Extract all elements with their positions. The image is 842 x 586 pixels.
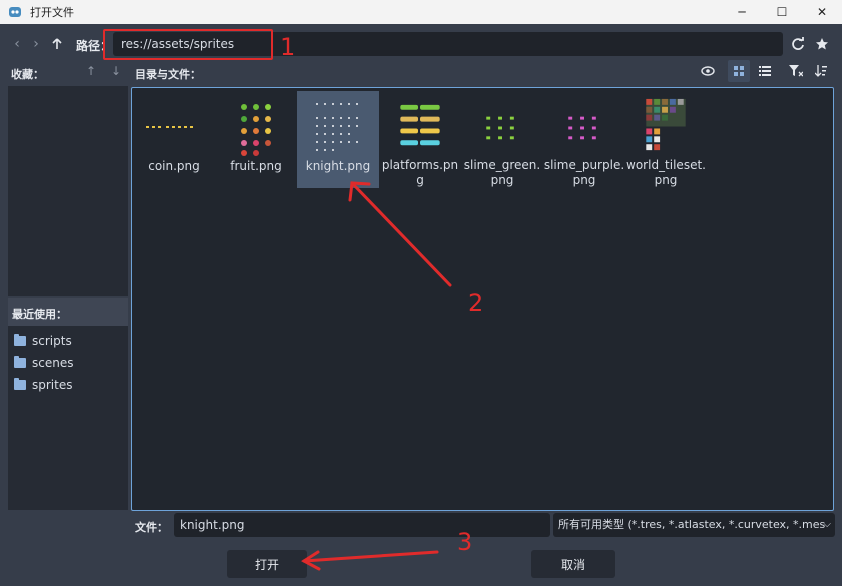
favorites-label: 收藏： bbox=[11, 68, 44, 81]
refresh-icon[interactable] bbox=[788, 34, 808, 54]
open-button[interactable]: 打开 bbox=[227, 550, 307, 578]
file-name: world_tileset.png bbox=[626, 158, 706, 187]
annotation-arrow-3 bbox=[301, 550, 439, 571]
filter-icon[interactable] bbox=[787, 62, 805, 80]
sort-icon[interactable] bbox=[812, 62, 830, 80]
annotation-number-1: 1 bbox=[280, 33, 296, 61]
grid-view-icon[interactable] bbox=[728, 60, 750, 82]
toggle-hidden-files-icon[interactable] bbox=[699, 62, 717, 80]
chevron-down-icon: ⌵ bbox=[823, 519, 831, 530]
annotation-box-path bbox=[103, 29, 273, 60]
title-bar: 打开文件 ─ ☐ ✕ bbox=[0, 0, 842, 24]
godot-app-icon bbox=[9, 7, 21, 17]
file-name: fruit.png bbox=[230, 159, 282, 173]
recent-item-label: scripts bbox=[32, 334, 72, 348]
folder-icon bbox=[14, 356, 26, 368]
favorites-list[interactable] bbox=[8, 86, 128, 296]
file-item-coin[interactable]: coin.png bbox=[133, 91, 215, 188]
annotation-number-3: 3 bbox=[457, 528, 473, 556]
file-item-world-tileset[interactable]: world_tileset.png bbox=[625, 91, 707, 188]
file-name: slime_purple.png bbox=[543, 158, 625, 187]
file-name: platforms.png bbox=[381, 158, 459, 187]
coin-thumbnail-icon bbox=[146, 126, 193, 128]
annotation-number-2: 2 bbox=[468, 289, 484, 317]
recent-item-label: scenes bbox=[32, 356, 74, 370]
window-title: 打开文件 bbox=[30, 6, 74, 19]
close-button[interactable]: ✕ bbox=[802, 0, 842, 24]
file-item-platforms[interactable]: platforms.png bbox=[379, 91, 461, 188]
recent-item-label: sprites bbox=[32, 378, 73, 392]
favorite-star-icon[interactable] bbox=[812, 34, 832, 54]
file-name-label: 文件： bbox=[135, 521, 168, 534]
go-up-icon[interactable] bbox=[49, 34, 65, 54]
knight-thumbnail-icon bbox=[316, 103, 358, 151]
folder-icon bbox=[14, 334, 26, 346]
recent-item-scenes[interactable]: scenes bbox=[8, 352, 128, 374]
world-tileset-thumbnail-icon bbox=[646, 98, 686, 151]
forward-arrow-icon[interactable]: › bbox=[28, 34, 44, 54]
move-down-favorite-icon[interactable]: ↓ bbox=[107, 62, 125, 80]
recent-label: 最近使用： bbox=[12, 308, 67, 321]
fruit-thumbnail-icon bbox=[241, 104, 271, 156]
slime-purple-thumbnail-icon bbox=[568, 116, 596, 140]
back-arrow-icon[interactable]: ‹ bbox=[9, 34, 25, 54]
file-name: slime_green.png bbox=[463, 158, 541, 187]
file-item-slime-green[interactable]: slime_green.png bbox=[461, 91, 543, 188]
file-type-filter-select[interactable]: 所有可用类型 (*.tres, *.atlastex, *.curvetex, … bbox=[553, 513, 835, 537]
maximize-button[interactable]: ☐ bbox=[762, 0, 802, 24]
minimize-button[interactable]: ─ bbox=[722, 0, 762, 24]
list-view-icon[interactable] bbox=[756, 62, 774, 80]
move-up-favorite-icon[interactable]: ↑ bbox=[82, 62, 100, 80]
slime-green-thumbnail-icon bbox=[486, 116, 514, 140]
file-name: knight.png bbox=[305, 159, 371, 173]
platforms-thumbnail-icon bbox=[400, 104, 440, 146]
recent-item-sprites[interactable]: sprites bbox=[8, 374, 128, 396]
recent-list: scripts scenes sprites bbox=[8, 326, 128, 510]
recent-header: 最近使用： bbox=[8, 298, 128, 326]
directories-files-label: 目录与文件： bbox=[135, 68, 201, 81]
cancel-button[interactable]: 取消 bbox=[531, 550, 615, 578]
file-item-slime-purple[interactable]: slime_purple.png bbox=[543, 91, 625, 188]
folder-icon bbox=[14, 378, 26, 390]
filter-value: 所有可用类型 (*.tres, *.atlastex, *.curvetex, … bbox=[558, 518, 826, 531]
file-name: coin.png bbox=[148, 159, 200, 173]
file-name-input[interactable]: knight.png bbox=[174, 513, 550, 537]
file-item-fruit[interactable]: fruit.png bbox=[215, 91, 297, 188]
file-item-knight[interactable]: knight.png bbox=[297, 91, 379, 188]
recent-item-scripts[interactable]: scripts bbox=[8, 330, 128, 352]
